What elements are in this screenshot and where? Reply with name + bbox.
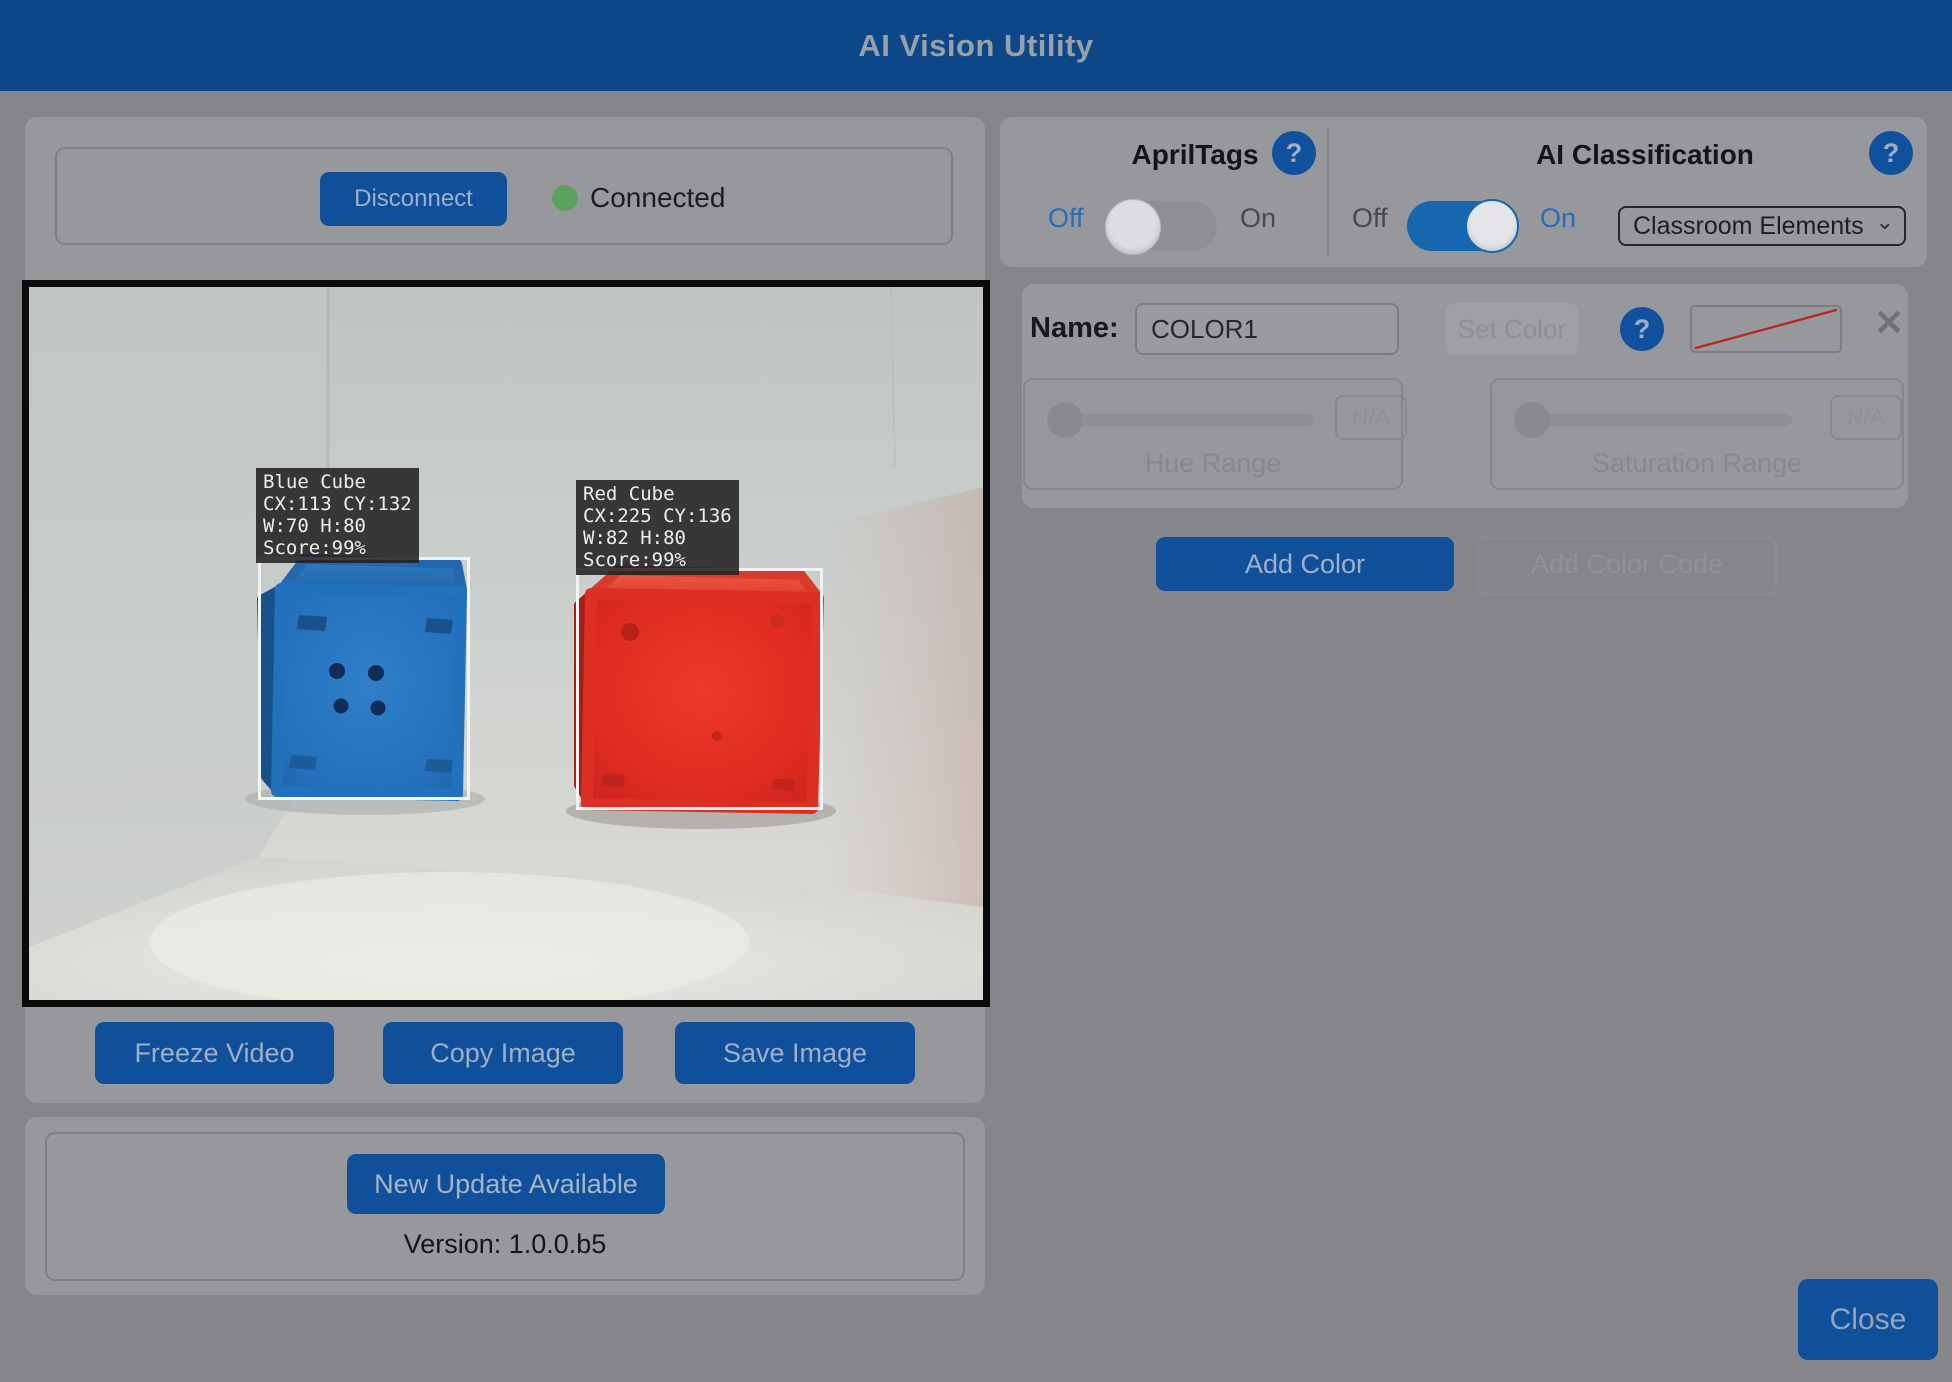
- version-text: Version: 1.0.0.b5: [47, 1229, 963, 1260]
- detection-score: Score:99%: [583, 549, 732, 571]
- new-update-button[interactable]: New Update Available: [347, 1154, 665, 1214]
- add-color-code-button[interactable]: Add Color Code: [1477, 537, 1777, 595]
- saturation-slider-knob[interactable]: [1514, 402, 1550, 438]
- connection-status-text: Connected: [590, 182, 725, 214]
- disconnect-button[interactable]: Disconnect: [320, 172, 507, 226]
- apriltags-toggle[interactable]: [1107, 201, 1217, 251]
- detection-position: CX:225 CY:136: [583, 505, 732, 527]
- apriltags-on-label: On: [1240, 203, 1276, 234]
- connection-status-dot: [552, 185, 578, 211]
- blue-cube-bounding-box: [258, 557, 470, 800]
- camera-feed: Blue Cube CX:113 CY:132 W:70 H:80 Score:…: [29, 287, 983, 1000]
- saturation-range-group: N/A Saturation Range: [1490, 378, 1904, 490]
- red-cube-detection-label: Red Cube CX:225 CY:136 W:82 H:80 Score:9…: [576, 480, 739, 575]
- detection-modes-panel: AprilTags ? Off On AI Classification ? O…: [1000, 117, 1927, 267]
- connection-box: Disconnect Connected: [55, 147, 953, 245]
- chevron-down-icon: ⌄: [1876, 209, 1894, 235]
- saturation-slider-track[interactable]: [1532, 414, 1792, 426]
- hue-range-label: Hue Range: [1025, 448, 1401, 479]
- set-color-button[interactable]: Set Color: [1446, 303, 1578, 355]
- detection-name: Red Cube: [583, 483, 732, 505]
- color-swatch: [1690, 305, 1842, 353]
- copy-image-button[interactable]: Copy Image: [383, 1022, 623, 1084]
- set-color-help-icon[interactable]: ?: [1620, 307, 1664, 351]
- saturation-range-label: Saturation Range: [1492, 448, 1902, 479]
- empty-swatch-slash-icon: [1692, 307, 1840, 351]
- update-panel: New Update Available Version: 1.0.0.b5: [25, 1117, 985, 1295]
- section-divider: [1327, 127, 1329, 257]
- saturation-value-box: N/A: [1830, 395, 1902, 440]
- color-name-label: Name:: [1030, 312, 1119, 345]
- toggle-knob: [1105, 199, 1161, 255]
- hue-slider-track[interactable]: [1065, 414, 1314, 426]
- hue-value-box: N/A: [1335, 395, 1407, 440]
- save-image-button[interactable]: Save Image: [675, 1022, 915, 1084]
- detection-score: Score:99%: [263, 537, 412, 559]
- ai-classification-off-label: Off: [1352, 203, 1388, 234]
- detection-name: Blue Cube: [263, 471, 412, 493]
- detection-size: W:70 H:80: [263, 515, 412, 537]
- ai-classification-help-icon[interactable]: ?: [1869, 131, 1913, 175]
- add-color-button[interactable]: Add Color: [1156, 537, 1454, 591]
- remove-color-icon[interactable]: ✕: [1874, 302, 1904, 344]
- ai-classification-on-label: On: [1540, 203, 1576, 234]
- blue-cube-detection-label: Blue Cube CX:113 CY:132 W:70 H:80 Score:…: [256, 468, 419, 563]
- ai-classification-toggle[interactable]: [1407, 201, 1517, 251]
- apriltags-off-label: Off: [1048, 203, 1084, 234]
- hue-range-group: N/A Hue Range: [1023, 378, 1403, 490]
- toggle-knob: [1465, 199, 1519, 253]
- freeze-video-button[interactable]: Freeze Video: [95, 1022, 334, 1084]
- color-name-input[interactable]: [1135, 303, 1399, 355]
- update-box: New Update Available Version: 1.0.0.b5: [45, 1132, 965, 1281]
- camera-scene-image: [29, 287, 983, 1000]
- app-header: AI Vision Utility: [0, 0, 1952, 91]
- camera-view: Blue Cube CX:113 CY:132 W:70 H:80 Score:…: [22, 280, 990, 1007]
- hue-slider-knob[interactable]: [1047, 402, 1083, 438]
- detection-size: W:82 H:80: [583, 527, 732, 549]
- selected-dataset: Classroom Elements: [1633, 212, 1864, 241]
- classification-dataset-select[interactable]: Classroom Elements ⌄: [1618, 206, 1906, 246]
- color-config-panel: Name: Set Color ? ✕ N/A Hue Range N/A Sa…: [1022, 284, 1908, 508]
- detection-position: CX:113 CY:132: [263, 493, 412, 515]
- close-button[interactable]: Close: [1798, 1279, 1938, 1360]
- ai-classification-title: AI Classification: [1450, 139, 1840, 171]
- page-title: AI Vision Utility: [0, 0, 1952, 91]
- apriltags-help-icon[interactable]: ?: [1272, 131, 1316, 175]
- ai-vision-utility-window: AI Vision Utility Disconnect Connected F…: [0, 0, 1952, 1382]
- red-cube-bounding-box: [576, 568, 823, 810]
